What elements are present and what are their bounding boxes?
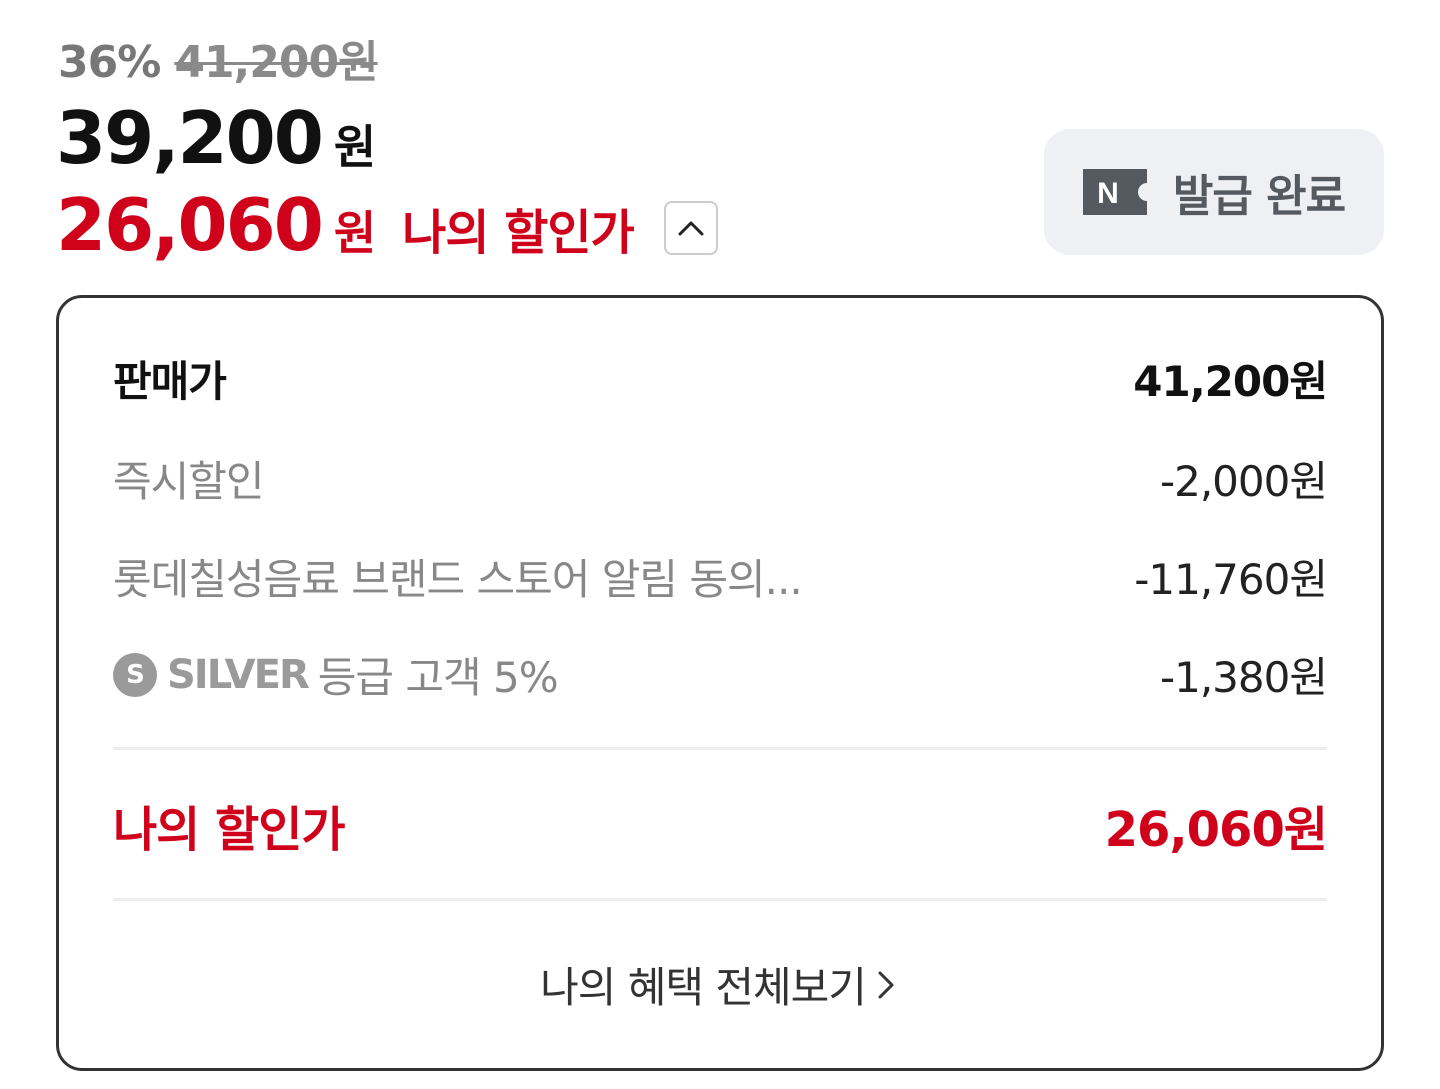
discount-rate: 36% [58, 37, 161, 88]
row-label: 판매가 [113, 357, 227, 406]
my-discount-price: 26,060 [56, 183, 324, 267]
sale-price-line: 39,200 원 [56, 96, 376, 180]
chevron-up-icon [678, 221, 704, 236]
view-all-benefits-link[interactable]: 나의 혜택 전체보기 [59, 954, 1381, 1015]
collapse-toggle-button[interactable] [663, 201, 718, 255]
row-value: -11,760원 [1134, 555, 1328, 604]
divider [113, 898, 1327, 901]
grade-name: SILVER [167, 651, 310, 698]
row-value: 41,200원 [1133, 357, 1328, 406]
grade-label: S SILVER 등급 고객 5% [113, 644, 559, 705]
breakdown-row-instant-discount: 즉시할인 -2,000원 [113, 448, 1328, 509]
breakdown-row-base-price: 판매가 41,200원 [113, 348, 1328, 409]
total-value: 26,060원 [1104, 802, 1328, 858]
breakdown-row-brand-store-discount: 롯데칠성음료 브랜드 스토어 알림 동의... -11,760원 [113, 546, 1328, 607]
sale-price: 39,200 [56, 96, 324, 180]
benefits-link-label: 나의 혜택 전체보기 [540, 963, 867, 1012]
my-price-line: 26,060 원 나의 할인가 [56, 183, 718, 267]
breakdown-row-total: 나의 할인가 26,060원 [113, 790, 1328, 860]
discount-line: 36% 41,200원 [58, 26, 379, 90]
chevron-right-icon [878, 971, 894, 998]
coupon-icon-letter: N [1097, 177, 1119, 210]
silver-grade-icon: S [113, 652, 157, 697]
row-label: 즉시할인 [113, 457, 265, 506]
sale-price-unit: 원 [333, 120, 377, 174]
row-value: -1,380원 [1159, 653, 1328, 702]
original-price: 41,200원 [174, 37, 378, 88]
my-discount-label: 나의 할인가 [402, 205, 635, 261]
price-breakdown-panel: 판매가 41,200원 즉시할인 -2,000원 롯데칠성음료 브랜드 스토어 … [56, 295, 1384, 1071]
price-detail-screen: 36% 41,200원 39,200 원 26,060 원 나의 할인가 N 발… [0, 0, 1440, 1089]
row-value: -2,000원 [1159, 457, 1328, 506]
divider [113, 747, 1327, 750]
my-price-unit: 원 [333, 206, 377, 260]
grade-text: 등급 고객 5% [317, 653, 559, 702]
total-label: 나의 할인가 [113, 802, 346, 858]
coupon-issued-button[interactable]: N 발급 완료 [1044, 129, 1384, 255]
row-label: 롯데칠성음료 브랜드 스토어 알림 동의... [113, 555, 803, 604]
breakdown-row-grade-discount: S SILVER 등급 고객 5% -1,380원 [113, 644, 1328, 705]
naver-coupon-icon: N [1082, 169, 1147, 215]
coupon-status-label: 발급 완료 [1172, 171, 1346, 222]
